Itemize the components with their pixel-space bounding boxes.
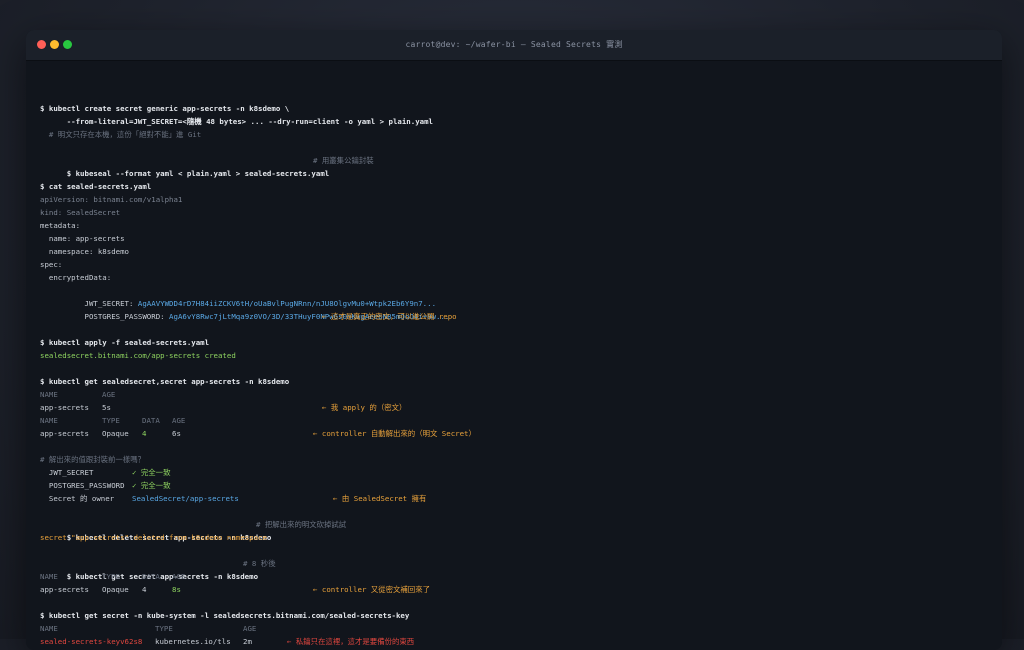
table-cell: sealed-secrets-keyv62s8 <box>40 637 143 646</box>
check-row: POSTGRES_PASSWORD ✓ 完全一致 <box>40 479 340 492</box>
title-bar: carrot@dev: ~/wafer-bi — Sealed Secrets … <box>26 30 1002 61</box>
comment-line: # 解出來的值跟封裝前一樣嗎？ <box>40 455 145 464</box>
table-cell: app-secrets <box>40 429 89 438</box>
yaml-line: POSTGRES_PASSWORD: AgA6vY8Rwc7jLtMqa9z0V… <box>40 297 450 321</box>
table-cell: app-secrets <box>40 585 89 594</box>
column-header: TYPE <box>102 572 120 581</box>
yaml-line: kind: SealedSecret <box>40 208 121 217</box>
command-line: $ kubectl get secret app-secrets -n k8sd… <box>40 557 640 581</box>
table-cell: 4 <box>142 429 147 438</box>
check-row: Secret 的 owner SealedSecret/app-secrets … <box>40 492 640 505</box>
column-header: DATA <box>142 572 160 581</box>
check-row: JWT_SECRET ✓ 完全一致 <box>40 466 340 479</box>
command-line: $ kubectl get secret -n kube-system -l s… <box>40 611 410 620</box>
column-header: DATA <box>142 416 160 425</box>
column-header: NAME <box>40 572 58 581</box>
command-line: $ cat sealed-secrets.yaml <box>40 182 152 191</box>
check-label: POSTGRES_PASSWORD <box>40 481 125 490</box>
table-header: NAME AGE <box>40 388 340 401</box>
yaml-line: name: app-secrets <box>40 234 125 243</box>
column-header: NAME <box>40 624 58 633</box>
annotation-text: ← 私鑰只在這裡，這才是要備份的東西 <box>287 637 415 646</box>
table-row: sealed-secrets-keyv62s8 kubernetes.io/tl… <box>40 635 740 648</box>
check-result: ✓ 完全一致 <box>132 481 171 490</box>
column-header: AGE <box>102 390 116 399</box>
comment-text: # 把解出來的明文砍掉試試 <box>256 520 347 529</box>
table-header: NAME TYPE AGE <box>40 622 440 635</box>
command-line: $ kubectl get sealedsecret,secret app-se… <box>40 377 290 386</box>
command-line: $ kubectl apply -f sealed-secrets.yaml <box>40 338 210 347</box>
table-cell: 6s <box>172 429 181 438</box>
check-label: Secret 的 owner <box>40 494 115 503</box>
table-cell: 4 <box>142 585 147 594</box>
output-line: sealedsecret.bitnami.com/app-secrets cre… <box>40 351 236 360</box>
yaml-line: JWT_SECRET: AgAAVYWDD4rD7H84iiZCKV6tH/oU… <box>40 284 437 308</box>
table-header: NAME TYPE DATA AGE <box>40 570 340 583</box>
column-header: NAME <box>40 416 58 425</box>
annotation-text: ← 這才是真正的密文，可以進公開 repo <box>322 312 457 321</box>
yaml-line: apiVersion: bitnami.com/v1alpha1 <box>40 195 183 204</box>
check-result: ✓ 完全一致 <box>132 468 171 477</box>
table-cell: 2m <box>243 637 252 646</box>
command-text: $ kubeseal --format yaml < plain.yaml > … <box>66 169 330 178</box>
check-label: JWT_SECRET <box>40 468 94 477</box>
comment-line: # 明文只存在本機，這份「絕對不能」進 Git <box>40 130 202 139</box>
column-header: NAME <box>40 390 58 399</box>
table-cell: kubernetes.io/tls <box>155 637 231 646</box>
column-header: AGE <box>172 416 186 425</box>
table-row: app-secrets 5s ← 我 apply 的（密文） <box>40 401 640 414</box>
table-cell: Opaque <box>102 429 129 438</box>
check-result: SealedSecret/app-secrets <box>132 494 239 503</box>
table-header: NAME TYPE DATA AGE <box>40 414 340 427</box>
annotation-text: ← controller 又從密文補回來了 <box>313 585 430 594</box>
yaml-line: namespace: k8sdemo <box>40 247 129 256</box>
yaml-line: spec: <box>40 260 63 269</box>
table-cell: 8s <box>172 585 181 594</box>
table-row: app-secrets Opaque 4 8s ← controller 又從密… <box>40 583 740 596</box>
column-header: AGE <box>172 572 186 581</box>
window-title: carrot@dev: ~/wafer-bi — Sealed Secrets … <box>405 40 623 49</box>
yaml-line: encryptedData: <box>40 273 112 282</box>
comment-text: # 用叢集公鑰封裝 <box>313 156 374 165</box>
comment-text: # 8 秒後 <box>243 559 276 568</box>
command-line: $ kubectl delete secret app-secrets -n k… <box>40 518 640 542</box>
command-line: $ kubectl create secret generic app-secr… <box>40 104 290 113</box>
yaml-line: metadata: <box>40 221 81 230</box>
table-row: app-secrets Opaque 4 6s ← controller 自動解… <box>40 427 740 440</box>
annotation-text: ← controller 自動解出來的（明文 Secret） <box>313 429 476 438</box>
column-header: TYPE <box>102 416 120 425</box>
column-header: AGE <box>243 624 257 633</box>
command-line: $ kubeseal --format yaml < plain.yaml > … <box>40 154 1000 178</box>
annotation-text: ← 由 SealedSecret 擁有 <box>333 494 427 503</box>
table-cell: app-secrets <box>40 403 89 412</box>
command-line: --from-literal=JWT_SECRET=<隨機 48 bytes> … <box>40 117 433 126</box>
column-header: TYPE <box>155 624 173 633</box>
annotation-text: ← 我 apply 的（密文） <box>322 403 407 412</box>
yaml-key: POSTGRES_PASSWORD: <box>66 312 170 321</box>
table-cell: Opaque <box>102 585 129 594</box>
terminal-window: carrot@dev: ~/wafer-bi — Sealed Secrets … <box>26 30 1002 650</box>
output-line: secret "app-secrets" deleted from k8sdem… <box>40 533 267 542</box>
table-cell: 5s <box>102 403 111 412</box>
